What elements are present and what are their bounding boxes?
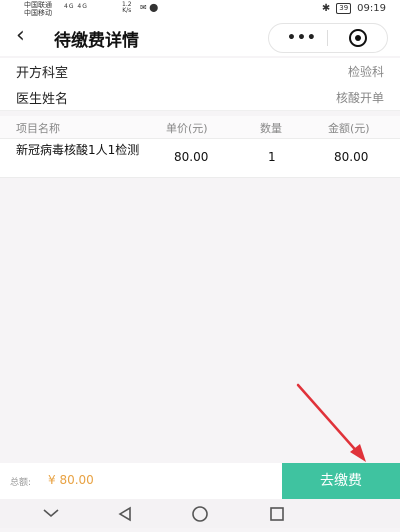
total-amount: ¥ 80.00 xyxy=(48,473,94,487)
total-label: 总额: xyxy=(10,478,32,488)
pay-button[interactable]: 去缴费 xyxy=(282,463,400,499)
nav-recent-icon xyxy=(270,507,284,521)
nav-hide-icon xyxy=(43,509,59,518)
annotation-arrow-icon xyxy=(296,383,366,462)
system-nav-bar xyxy=(0,499,400,528)
payment-bar: 总额: ¥ 80.00 去缴费 xyxy=(0,463,400,499)
nav-back-icon xyxy=(118,506,131,522)
nav-icons xyxy=(43,506,284,522)
nav-home-icon xyxy=(192,506,208,522)
